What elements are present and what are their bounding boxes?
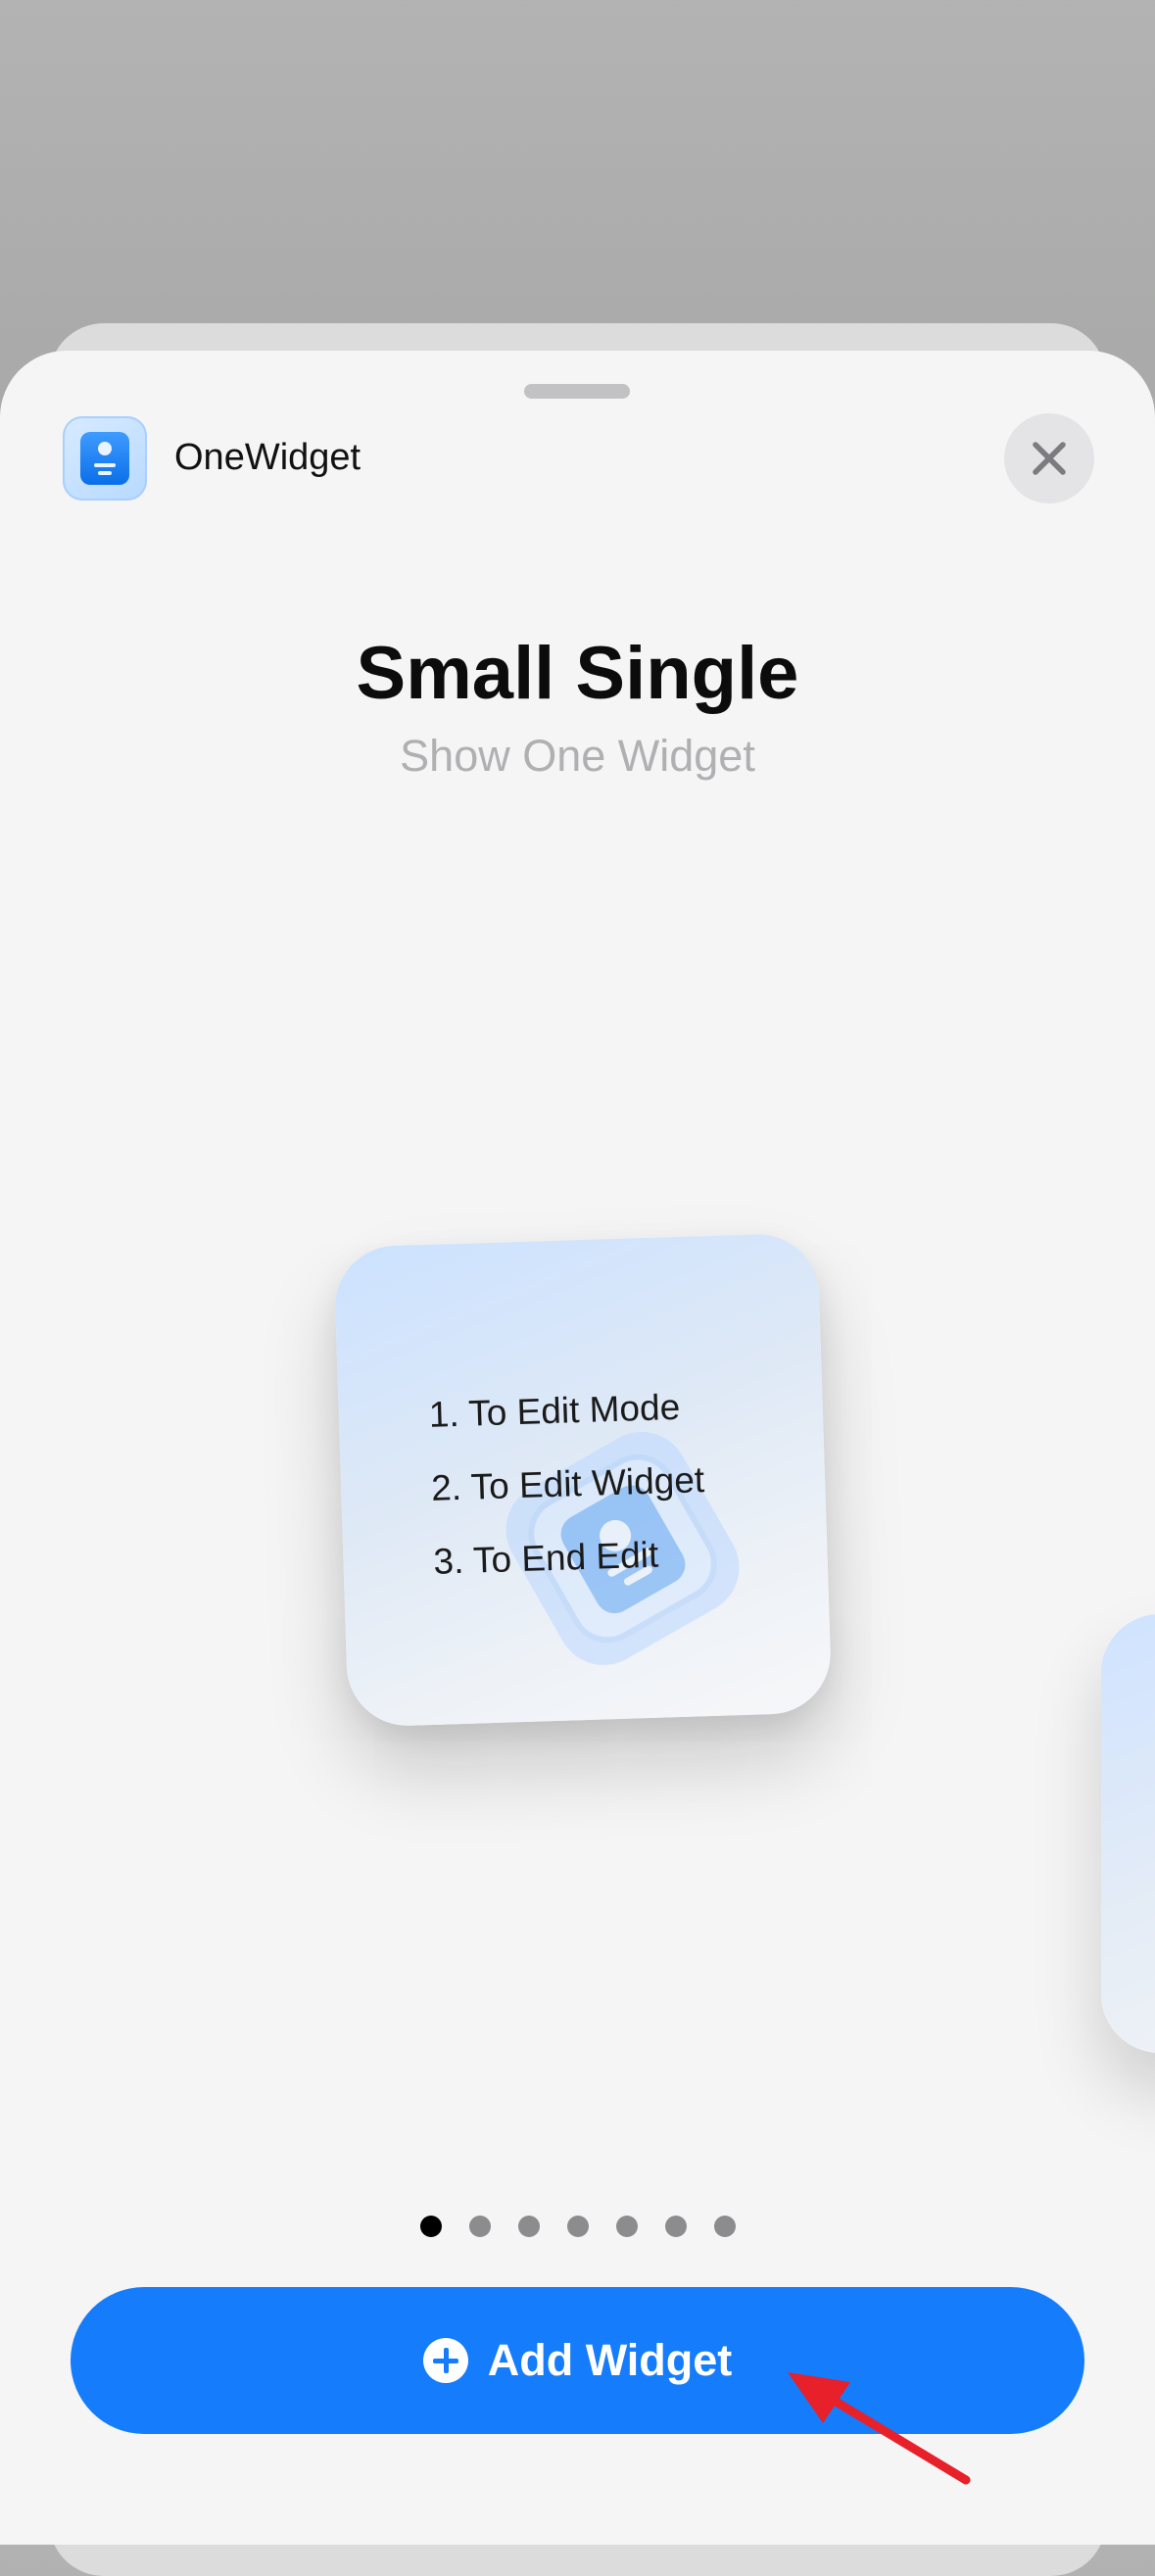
- widget-title: Small Single: [356, 632, 799, 715]
- close-icon: [1033, 442, 1066, 475]
- widget-gallery-sheet: OneWidget Small Single Show One Widget 1…: [0, 351, 1155, 2545]
- add-widget-label: Add Widget: [487, 2335, 733, 2385]
- page-dot-4[interactable]: [566, 2216, 589, 2237]
- close-button[interactable]: [1004, 413, 1094, 503]
- widget-steps-list: 1. To Edit Mode 2. To Edit Widget 3. To …: [428, 1369, 708, 1598]
- app-name: OneWidget: [174, 437, 361, 478]
- list-item: 1. To Edit Mode: [428, 1386, 681, 1435]
- page-dot-5[interactable]: [615, 2216, 638, 2237]
- list-item: 2. To Edit Widget: [430, 1459, 705, 1508]
- list-item: 3. To End Edit: [432, 1534, 659, 1582]
- page-indicator[interactable]: [0, 2216, 1155, 2237]
- page-dot-6[interactable]: [664, 2216, 687, 2237]
- page-dot-7[interactable]: [713, 2216, 736, 2237]
- red-arrow-icon: [788, 2372, 971, 2485]
- page-dot-3[interactable]: [517, 2216, 540, 2237]
- next-widget-preview[interactable]: [1101, 1614, 1155, 2053]
- app-icon: [63, 416, 147, 501]
- widget-subtitle: Show One Widget: [400, 731, 755, 781]
- widget-preview[interactable]: 1. To Edit Mode 2. To Edit Widget 3. To …: [333, 1232, 833, 1728]
- plus-circle-icon: [422, 2338, 468, 2383]
- sheet-grabber-handle[interactable]: [524, 384, 630, 399]
- page-dot-2[interactable]: [468, 2216, 491, 2237]
- page-dot-1[interactable]: [419, 2216, 442, 2237]
- contact-card-icon: [80, 432, 129, 485]
